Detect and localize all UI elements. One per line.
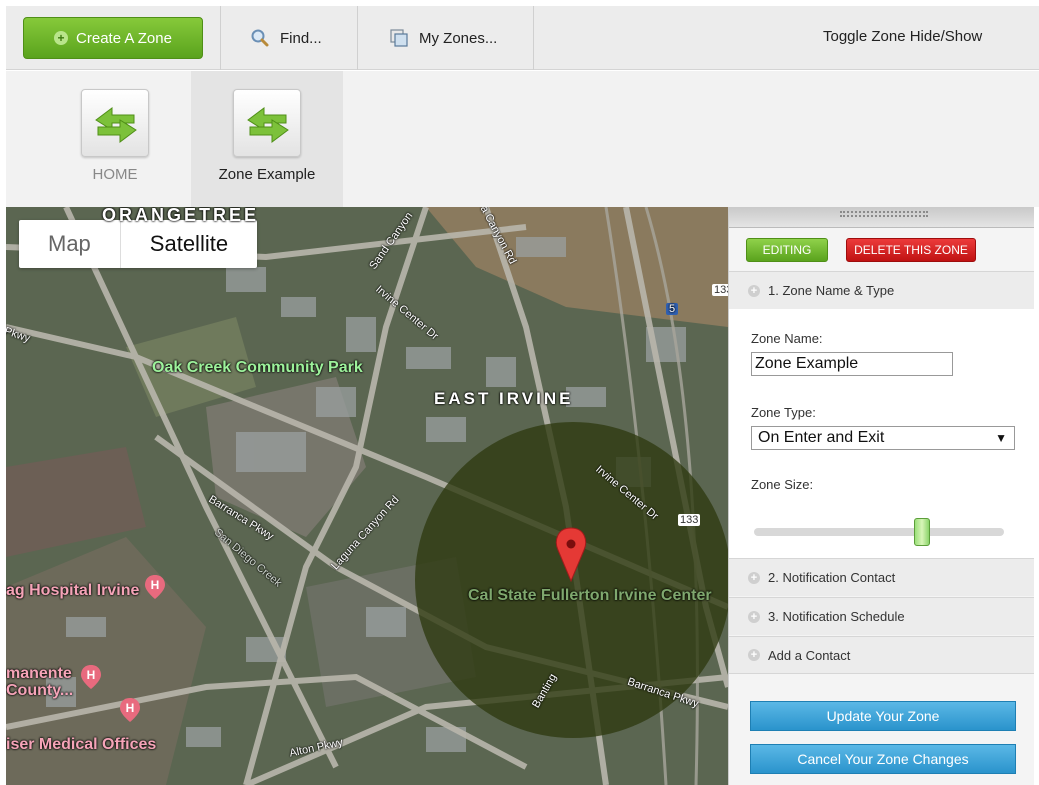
zone-type-select[interactable]: On Enter and Exit ▼ [751, 426, 1015, 450]
section-title: 3. Notification Schedule [768, 609, 905, 624]
zone-size-slider-track[interactable] [754, 528, 1004, 536]
map-type-satellite[interactable]: Satellite [121, 220, 257, 268]
toggle-zone-visibility-button[interactable]: Toggle Zone Hide/Show [823, 28, 982, 45]
create-zone-button[interactable]: + Create A Zone [23, 17, 203, 59]
expand-icon: + [748, 571, 760, 584]
my-zones-label: My Zones... [419, 29, 498, 47]
zone-name-type-body: Zone Name: Zone Type: On Enter and Exit … [729, 309, 1035, 558]
zone-editor-panel: EDITING DELETE THIS ZONE + 1. Zone Name … [728, 207, 1035, 785]
route-shield-133: 133 [712, 284, 728, 296]
route-shield-5: 5 [666, 303, 679, 315]
zone-tabs-bar: HOME Zone Example [6, 71, 1039, 207]
map-type-toggle: Map Satellite [19, 220, 258, 268]
right-margin [1034, 207, 1039, 785]
grip-dots-icon [840, 211, 928, 217]
find-label: Find... [280, 29, 322, 47]
zone-type-value: On Enter and Exit [758, 429, 885, 446]
plus-icon: + [54, 31, 69, 45]
zone-size-label: Zone Size: [751, 477, 814, 492]
zone-name-input[interactable] [751, 352, 953, 376]
dropdown-arrow-icon: ▼ [995, 431, 1007, 445]
svg-text:H: H [126, 701, 135, 715]
map-label-east-irvine: EAST IRVINE [434, 389, 574, 408]
toolbar-divider [357, 6, 358, 70]
panel-drag-handle[interactable] [729, 207, 1035, 228]
hospital-pin-icon: H [145, 575, 165, 599]
section-title: 2. Notification Contact [768, 570, 896, 585]
zone-tab-home[interactable]: HOME [39, 71, 191, 207]
zone-tab-label: HOME [92, 166, 138, 183]
expand-icon: + [748, 284, 760, 297]
zone-tab-label: Zone Example [218, 166, 316, 183]
swap-arrows-icon [81, 89, 149, 157]
hospital-pin-icon: H [81, 665, 101, 689]
section-title: Add a Contact [768, 647, 851, 663]
find-button[interactable]: Find... [250, 6, 322, 70]
map-label-oak-creek: Oak Creek Community Park [152, 359, 363, 376]
section-title: 1. Zone Name & Type [768, 283, 895, 298]
toolbar-divider [533, 6, 534, 70]
my-zones-button[interactable]: My Zones... [389, 6, 497, 70]
zone-tab-zone-example[interactable]: Zone Example [191, 71, 343, 207]
hospital-pin-icon: H [120, 698, 140, 722]
map-label-kaiser-county: manente County... [6, 665, 74, 699]
svg-text:H: H [151, 578, 160, 592]
zone-size-slider-handle[interactable] [914, 518, 930, 546]
map-label-kaiser-offices: iser Medical Offices [6, 736, 157, 753]
section-zone-name-type[interactable]: + 1. Zone Name & Type [729, 271, 1035, 309]
update-zone-button[interactable]: Update Your Zone [750, 701, 1016, 731]
map-label-orangetree: ORANGETREE [102, 207, 260, 225]
section-notification-schedule[interactable]: + 3. Notification Schedule [729, 597, 1035, 635]
svg-text:H: H [87, 668, 96, 682]
map-label-hospital: ag Hospital Irvine [6, 582, 140, 599]
expand-icon: + [748, 610, 760, 623]
satellite-map[interactable]: Map Satellite ORANGETREE Pkwy Oak Creek … [6, 207, 728, 785]
swap-arrows-icon [233, 89, 301, 157]
zone-type-label: Zone Type: [751, 405, 816, 420]
delete-zone-button[interactable]: DELETE THIS ZONE [846, 238, 976, 262]
map-imagery [6, 207, 728, 785]
cancel-zone-changes-button[interactable]: Cancel Your Zone Changes [750, 744, 1016, 774]
top-toolbar: + Create A Zone Find... My Zones... Togg… [6, 6, 1039, 70]
stacked-pages-icon [390, 29, 408, 47]
magnifier-icon [251, 29, 269, 47]
map-type-map[interactable]: Map [19, 220, 121, 268]
create-zone-label: Create A Zone [76, 29, 172, 47]
toolbar-divider [220, 6, 221, 70]
expand-icon: + [748, 649, 760, 661]
route-shield-133: 133 [678, 514, 701, 526]
editing-badge[interactable]: EDITING [746, 238, 828, 262]
section-add-contact[interactable]: + Add a Contact [729, 636, 1035, 674]
zone-name-label: Zone Name: [751, 331, 823, 346]
map-label-cal-state: Cal State Fullerton Irvine Center [468, 587, 712, 604]
section-notification-contact[interactable]: + 2. Notification Contact [729, 558, 1035, 596]
